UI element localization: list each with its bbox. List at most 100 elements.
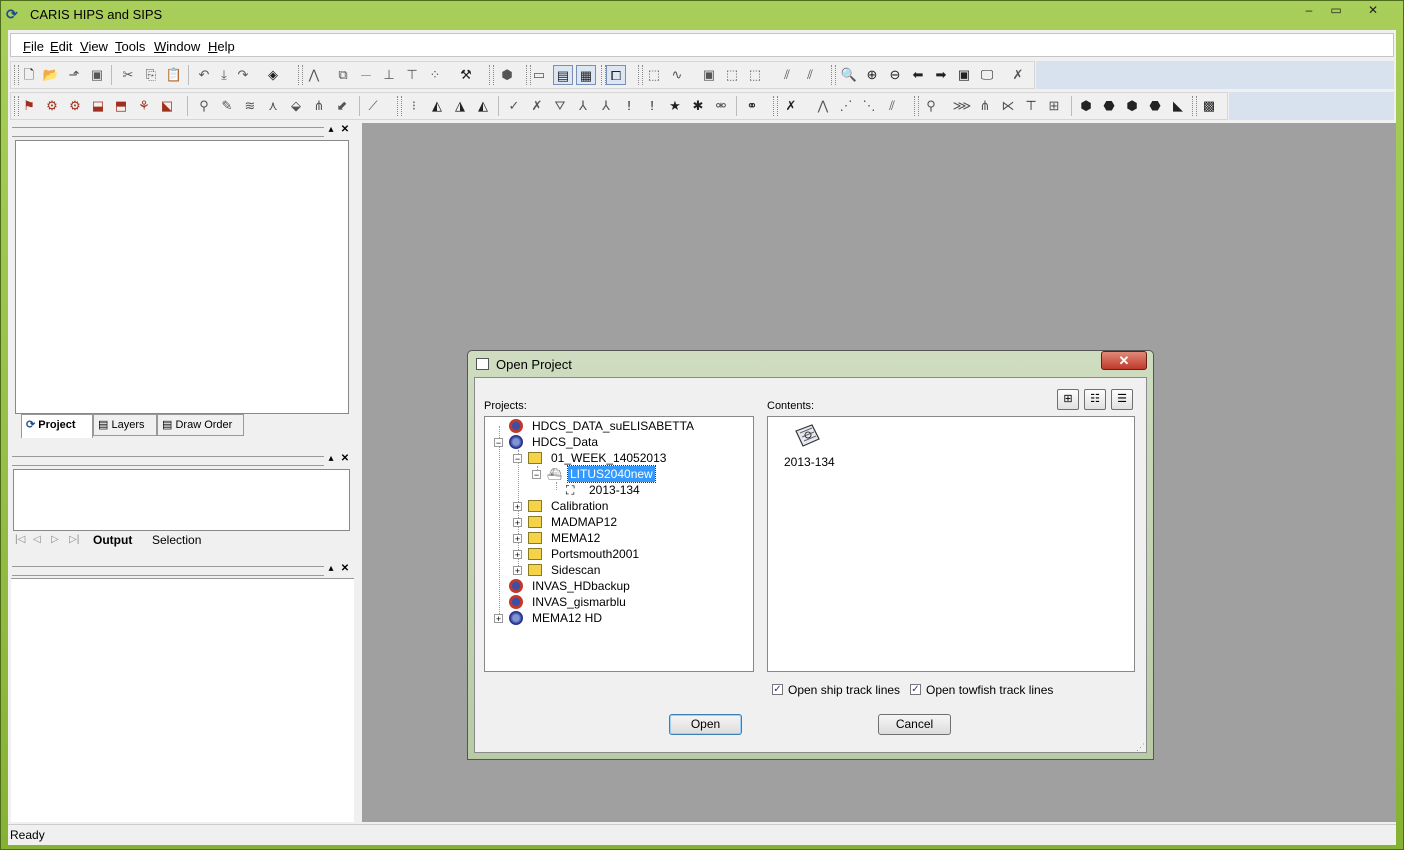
- towfish-track-checkbox[interactable]: ✓: [910, 684, 921, 695]
- collapse-icon[interactable]: −: [532, 470, 541, 480]
- pane-maximize-icon[interactable]: ▴: [325, 124, 337, 136]
- tool-k-icon[interactable]: ◮: [450, 96, 470, 116]
- expand-icon[interactable]: +: [513, 566, 522, 576]
- toolbar-grip[interactable]: [773, 96, 778, 116]
- open-button[interactable]: Open: [669, 714, 742, 735]
- tool-e-icon[interactable]: ⬙: [286, 96, 306, 116]
- tool-g-icon[interactable]: ⬋: [332, 96, 352, 116]
- open-icon[interactable]: ⬏: [64, 65, 84, 85]
- tool-z-icon[interactable]: ⋉: [998, 96, 1018, 116]
- tool-u-icon[interactable]: ⋱: [859, 96, 879, 116]
- resize-grip-icon[interactable]: ⋰: [1136, 742, 1145, 753]
- view-list-button[interactable]: ☷: [1084, 389, 1106, 410]
- menu-edit[interactable]: Edit: [50, 39, 72, 54]
- tool-w-icon[interactable]: ⚲: [921, 96, 941, 116]
- toolbar-grip[interactable]: [298, 65, 303, 85]
- dialog-close-button[interactable]: ✕: [1101, 351, 1147, 370]
- tool-r-icon[interactable]: ✗: [781, 96, 801, 116]
- swath-icon[interactable]: ⧉: [333, 65, 353, 85]
- surface-tool-icon[interactable]: ⬕: [157, 96, 177, 116]
- close-button[interactable]: ✕: [1356, 2, 1390, 19]
- pane-grip[interactable]: [12, 127, 324, 137]
- menu-tools[interactable]: Tools: [115, 39, 145, 54]
- reject-icon[interactable]: ✗: [527, 96, 547, 116]
- points-icon[interactable]: ⁘: [425, 65, 445, 85]
- menu-view[interactable]: View: [80, 39, 108, 54]
- tpu-tool-icon[interactable]: ⬒: [111, 96, 131, 116]
- view-large-icons-button[interactable]: ⊞: [1057, 389, 1079, 410]
- mosaic2-icon[interactable]: ⬣: [1099, 96, 1119, 116]
- tool-j-icon[interactable]: ◭: [427, 96, 447, 116]
- hatch2-icon[interactable]: ⫽: [800, 65, 820, 85]
- toolbar-grip[interactable]: [397, 96, 402, 116]
- project-tree-panel[interactable]: [15, 140, 349, 414]
- mosaic-icon[interactable]: ⬢: [1076, 96, 1096, 116]
- zoom-icon[interactable]: 🔍: [839, 65, 859, 85]
- save-icon[interactable]: ▣: [87, 65, 107, 85]
- tab-draw-order[interactable]: ▤ Draw Order: [157, 414, 244, 436]
- display-icon[interactable]: 🖵: [977, 65, 997, 85]
- tool-m-icon[interactable]: ⛛: [550, 96, 570, 116]
- tide-tool-icon[interactable]: ⚙: [42, 96, 62, 116]
- tool-h-icon[interactable]: ⟋: [363, 96, 383, 116]
- paste-icon[interactable]: 📋: [164, 65, 184, 85]
- nav-prev-icon[interactable]: ◁: [33, 534, 41, 545]
- toolbar-grip[interactable]: [638, 65, 643, 85]
- tool-i-icon[interactable]: ⁝: [404, 96, 424, 116]
- ship-track-checkbox[interactable]: ✓: [772, 684, 783, 695]
- hatch-icon[interactable]: ⫽: [777, 65, 797, 85]
- tool-q-icon[interactable]: ⚮: [711, 96, 731, 116]
- warning2-icon[interactable]: !: [642, 96, 662, 116]
- tool-o-icon[interactable]: ⅄: [596, 96, 616, 116]
- expand-icon[interactable]: +: [513, 534, 522, 544]
- tool-aa-icon[interactable]: ⊤: [1021, 96, 1041, 116]
- maximize-button[interactable]: ▭: [1323, 2, 1349, 19]
- rect-select-icon[interactable]: ⬚: [722, 65, 742, 85]
- toolbar-grip[interactable]: [914, 96, 919, 116]
- vessel-tool-icon[interactable]: ⚑: [19, 96, 39, 116]
- menu-file[interactable]: File: [23, 39, 44, 54]
- eraser-icon[interactable]: ◈: [263, 65, 283, 85]
- lasso-icon[interactable]: ∿: [667, 65, 687, 85]
- expand-icon[interactable]: +: [494, 614, 503, 624]
- toolbar-grip[interactable]: [1192, 96, 1197, 116]
- tool-n-icon[interactable]: ⅄: [573, 96, 593, 116]
- tool-v-icon[interactable]: ⫽: [882, 96, 902, 116]
- pane-close-icon[interactable]: ✕: [339, 124, 351, 136]
- accept-icon[interactable]: ✓: [504, 96, 524, 116]
- nav-next-icon[interactable]: ▷: [51, 534, 59, 545]
- properties-icon[interactable]: ⧠: [606, 65, 626, 85]
- content-item-label[interactable]: 2013-134: [784, 455, 835, 469]
- pane-maximize-icon[interactable]: ▴: [325, 453, 337, 465]
- tool-y-icon[interactable]: ⋔: [975, 96, 995, 116]
- towfish-track-label[interactable]: Open towfish track lines: [926, 683, 1053, 697]
- tool-p-icon[interactable]: ✱: [688, 96, 708, 116]
- step-icon[interactable]: ⊥: [379, 65, 399, 85]
- tab-output[interactable]: Output: [93, 533, 132, 547]
- output-panel[interactable]: [13, 469, 350, 531]
- cut-icon[interactable]: ✂: [118, 65, 138, 85]
- collapse-icon[interactable]: −: [494, 438, 503, 448]
- open-folder-icon[interactable]: 📂: [41, 65, 61, 85]
- tool-d-icon[interactable]: ⋏: [263, 96, 283, 116]
- fit-icon[interactable]: ▣: [954, 65, 974, 85]
- select-icon[interactable]: ⬚: [644, 65, 664, 85]
- grid-icon[interactable]: ▦: [576, 65, 596, 85]
- mosaic4-icon[interactable]: ⬣: [1145, 96, 1165, 116]
- tool-b-icon[interactable]: ✎: [217, 96, 237, 116]
- table-icon[interactable]: ▤: [553, 65, 573, 85]
- nav-first-icon[interactable]: |◁: [15, 534, 25, 545]
- minimize-button[interactable]: ‒: [1296, 2, 1322, 19]
- cancel-button[interactable]: Cancel: [878, 714, 951, 735]
- tool-c-icon[interactable]: ≋: [240, 96, 260, 116]
- day-icon[interactable]: [792, 421, 822, 451]
- expand-icon[interactable]: +: [513, 550, 522, 560]
- tab-project[interactable]: ⟳ Project: [21, 414, 93, 438]
- view-details-button[interactable]: ☰: [1111, 389, 1133, 410]
- download-icon[interactable]: ⤓: [214, 65, 234, 85]
- tool-a-icon[interactable]: ⚲: [194, 96, 214, 116]
- mosaic5-icon[interactable]: ◣: [1168, 96, 1188, 116]
- binoculars-icon[interactable]: ⚭: [742, 96, 762, 116]
- line-icon[interactable]: ⏤: [356, 65, 376, 85]
- star-icon[interactable]: ★: [665, 96, 685, 116]
